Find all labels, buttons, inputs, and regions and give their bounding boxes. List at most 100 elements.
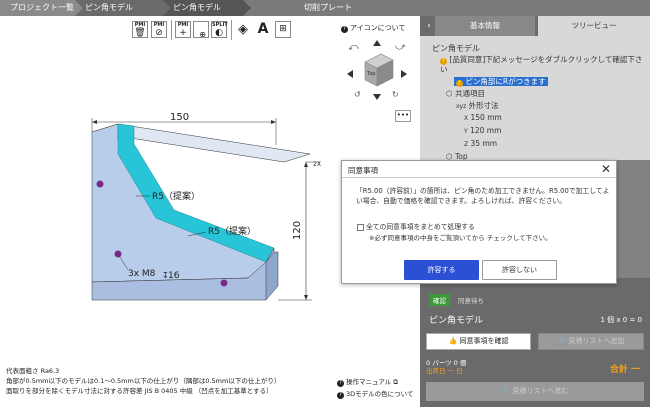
- hole-callout: 3x M8: [128, 269, 156, 279]
- view-cube[interactable]: ⤺ ⤻ Top ↺ ↻: [345, 38, 409, 102]
- text-icon: A: [257, 21, 269, 37]
- arrow-left-icon: [347, 70, 353, 78]
- tree-y-label: 120 mm: [470, 126, 502, 135]
- arrow-down-icon: [373, 94, 381, 100]
- dimension-button[interactable]: ⊞: [275, 21, 291, 38]
- section-icon: ◈: [238, 22, 248, 37]
- rotate-left-icon: ⤺: [348, 42, 359, 53]
- cart-icon: 🛒: [557, 337, 567, 345]
- part-icon: ⬡: [446, 89, 453, 98]
- z-axis-icon: Z: [464, 141, 469, 148]
- note-corner: 角部が0.5mm以下のモデルは0.1〜0.5mm以下の仕上がり（隅部は0.5mm…: [6, 377, 281, 385]
- external-link-icon: ⧉: [393, 378, 399, 386]
- help-icon: ?: [341, 26, 348, 33]
- proceed-label: 見積リストへ進む: [512, 387, 569, 395]
- add-to-list-button[interactable]: 🛒 見積リストへ追加: [538, 333, 644, 350]
- dialog-note: ※必ず同意事項の中身をご覧頂いてから チェックして下さい。: [369, 234, 552, 242]
- bulk-process-checkbox[interactable]: 全ての同意事項をまとめて処理する: [357, 221, 475, 231]
- breadcrumb: プロジェクト一覧 ピン角モデル v1.step ピン角モデル 切削プレート: [0, 0, 650, 28]
- add-to-list-label: 見積リストへ追加: [568, 337, 625, 345]
- tree-x-label: 150 mm: [470, 113, 502, 122]
- toolbar-divider: [231, 20, 232, 40]
- pmi-add-button[interactable]: PMI +: [175, 21, 191, 38]
- checkbox-icon[interactable]: [357, 223, 364, 231]
- section-view-button[interactable]: ◈: [235, 21, 251, 38]
- text-button[interactable]: A: [255, 21, 271, 38]
- model-color-label: 3Dモデルの色について: [346, 390, 414, 398]
- pmi-delete-button[interactable]: PMI 🗑: [132, 21, 148, 38]
- more-options-label: •••: [396, 111, 410, 119]
- arrow-right-icon: [401, 70, 407, 78]
- rotate-right-icon: ⤻: [395, 42, 406, 53]
- y-axis-icon: Y: [464, 128, 468, 135]
- eye-off-icon: ⊘: [155, 28, 163, 38]
- tab-tree-view[interactable]: ツリービュー: [538, 16, 650, 36]
- plus-icon: +: [179, 28, 187, 38]
- hole-marker: [220, 279, 228, 287]
- manual-link[interactable]: ? 操作マニュアル ⧉: [337, 376, 413, 388]
- tree-warning[interactable]: ! [品質同意]下記メッセージをダブルクリックして確認下さい: [440, 55, 644, 74]
- breadcrumb-file[interactable]: ピン角モデル v1.step: [75, 0, 171, 28]
- tree-root[interactable]: ピン角モデル: [432, 43, 480, 54]
- scale-note: 2X: [313, 161, 321, 168]
- split-icon: ◐: [215, 28, 223, 38]
- trash-icon: 🗑: [134, 28, 146, 38]
- dim-arrow: [304, 162, 308, 167]
- tolerance-button[interactable]: ⊕: [193, 21, 209, 39]
- parts-count: 0 パーツ 0 個: [426, 359, 467, 367]
- arrow-up-icon: [373, 40, 381, 46]
- split-button[interactable]: SPLIT ◐: [211, 21, 228, 38]
- tree-y[interactable]: Y 120 mm: [464, 126, 501, 135]
- help-icon: ?: [337, 380, 344, 387]
- rotate-ccw-icon: ↺: [354, 90, 361, 99]
- about-icons-link[interactable]: ? アイコンについて: [341, 23, 405, 33]
- dim-arrow: [271, 120, 276, 124]
- toolbar-divider: [171, 20, 172, 40]
- dialog-divider: [342, 177, 616, 178]
- tree-x[interactable]: X 150 mm: [464, 113, 502, 122]
- help-icon: ?: [337, 392, 344, 399]
- tree-common[interactable]: ⬡ 共通項目: [446, 88, 485, 99]
- model-color-link[interactable]: ? 3Dモデルの色について: [337, 388, 413, 400]
- more-options-button[interactable]: •••: [395, 110, 411, 122]
- pmi-hide-button[interactable]: PMI ⊘: [151, 21, 167, 38]
- tree-z[interactable]: Z 35 mm: [464, 139, 497, 148]
- hole-depth-label: 16: [168, 271, 180, 281]
- tree-z-label: 35 mm: [470, 139, 498, 148]
- close-icon[interactable]: ✕: [601, 162, 611, 176]
- breadcrumb-project-list[interactable]: プロジェクト一覧: [0, 0, 83, 16]
- breadcrumb-model[interactable]: ピン角モデル: [163, 0, 251, 16]
- dimension-width-label: 150: [170, 112, 189, 123]
- tree-outer-size[interactable]: xyz 外形寸法: [456, 100, 499, 111]
- allow-button[interactable]: 許容する: [404, 260, 479, 280]
- dim-arrow: [92, 120, 97, 124]
- xyz-icon: xyz: [456, 103, 467, 110]
- tree-outer-label: 外形寸法: [468, 101, 499, 110]
- total-value: 一: [630, 365, 640, 375]
- tree-common-label: 共通項目: [454, 89, 485, 98]
- proceed-to-list-button[interactable]: 🛒 見積リストへ進む: [426, 382, 644, 401]
- hole-marker: [96, 180, 104, 188]
- radius-callout-1: R5（提案）: [152, 190, 200, 202]
- panel-tabs: ‹ 基本情報 ツリービュー: [420, 16, 650, 36]
- model-drawing[interactable]: 150 120 2X R5（提案） R5（提案） 3x M8 ↧ 16: [70, 100, 350, 315]
- tab-basic-info[interactable]: 基本情報: [435, 16, 535, 36]
- thumbs-up-icon: 👍: [448, 337, 458, 345]
- dimension-height-label: 120: [292, 221, 303, 240]
- breadcrumb-plate[interactable]: 切削プレート: [243, 0, 403, 16]
- confirm-agreement-button[interactable]: 👍 同意事項を確認: [426, 333, 531, 350]
- delivery-date: 出荷日 一 日: [426, 367, 463, 375]
- ruler-icon: ⊞: [279, 24, 287, 34]
- total: 合計 一: [610, 362, 640, 375]
- parts-summary: 0 パーツ 0 個 出荷日 一 日: [426, 359, 466, 375]
- tree-warning-item[interactable]: ! ピン角部にRがつきます: [454, 76, 548, 87]
- note-roughness: 代表面粗さ Ra6.3: [6, 367, 60, 375]
- note-tolerance: 面取りを部分を除くモデル寸法に対する許容差 JIS B 0405 中級 （凹点を…: [6, 387, 273, 395]
- status-text: 同意待ち: [458, 297, 484, 305]
- deny-button[interactable]: 許容しない: [482, 260, 557, 280]
- bulk-process-label: 全ての同意事項をまとめて処理する: [366, 223, 475, 231]
- part-name: ピン角モデル: [429, 316, 484, 326]
- plus-minus-icon: ⊕: [199, 30, 206, 39]
- collapse-icon[interactable]: ‹: [423, 20, 435, 32]
- total-label: 合計: [609, 365, 628, 375]
